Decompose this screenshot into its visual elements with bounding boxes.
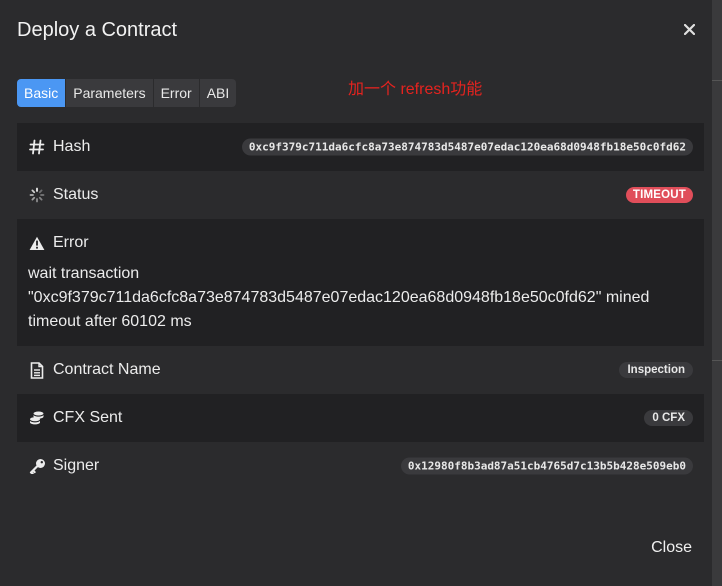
hash-label: Hash <box>53 138 91 155</box>
deploy-contract-modal: Deploy a Contract Basic Parameters Error… <box>0 0 712 586</box>
background-divider <box>712 360 722 361</box>
details-list: Hash 0xc9f379c711da6cfc8a73e874783d5487e… <box>17 123 704 490</box>
tab-bar: Basic Parameters Error ABI <box>17 79 237 107</box>
tab-error[interactable]: Error <box>154 79 200 107</box>
status-label: Status <box>53 186 99 203</box>
document-icon <box>28 361 46 379</box>
warning-icon <box>28 234 46 252</box>
close-icon[interactable] <box>681 20 697 38</box>
red-annotation: 加一个 refresh功能 <box>348 81 483 98</box>
hash-value: 0xc9f379c711da6cfc8a73e874783d5487e07eda… <box>241 138 693 156</box>
tab-abi[interactable]: ABI <box>200 79 237 107</box>
contract-name-label: Contract Name <box>53 361 161 378</box>
signer-label: Signer <box>53 457 100 474</box>
close-button[interactable]: Close <box>651 539 692 557</box>
error-message: wait transaction "0xc9f379c711da6cfc8a73… <box>28 265 650 330</box>
spinner-icon <box>28 186 46 204</box>
modal-title: Deploy a Contract <box>17 19 178 41</box>
cfx-sent-label: CFX Sent <box>53 409 123 426</box>
contract-name-row: Contract Name Inspection <box>17 346 704 394</box>
status-badge: TIMEOUT <box>625 187 693 203</box>
background-strip <box>712 0 722 586</box>
status-row: Status TIMEOUT <box>17 171 704 219</box>
coins-icon <box>28 409 46 427</box>
error-section: Error wait transaction "0xc9f379c711da6c… <box>17 219 704 346</box>
tab-basic[interactable]: Basic <box>17 79 67 107</box>
signer-value: 0x12980f8b3ad87a51cb4765d7c13b5b428e509e… <box>400 457 693 475</box>
cfx-sent-value: 0 CFX <box>644 410 693 426</box>
contract-name-value: Inspection <box>619 362 693 378</box>
key-icon <box>28 457 46 475</box>
error-label: Error <box>53 234 89 251</box>
hash-icon <box>28 138 46 156</box>
signer-row: Signer 0x12980f8b3ad87a51cb4765d7c13b5b4… <box>17 442 704 490</box>
cfx-sent-row: CFX Sent 0 CFX <box>17 394 704 442</box>
background-divider <box>712 80 722 81</box>
tab-parameters[interactable]: Parameters <box>66 79 154 107</box>
hash-row: Hash 0xc9f379c711da6cfc8a73e874783d5487e… <box>17 123 704 171</box>
